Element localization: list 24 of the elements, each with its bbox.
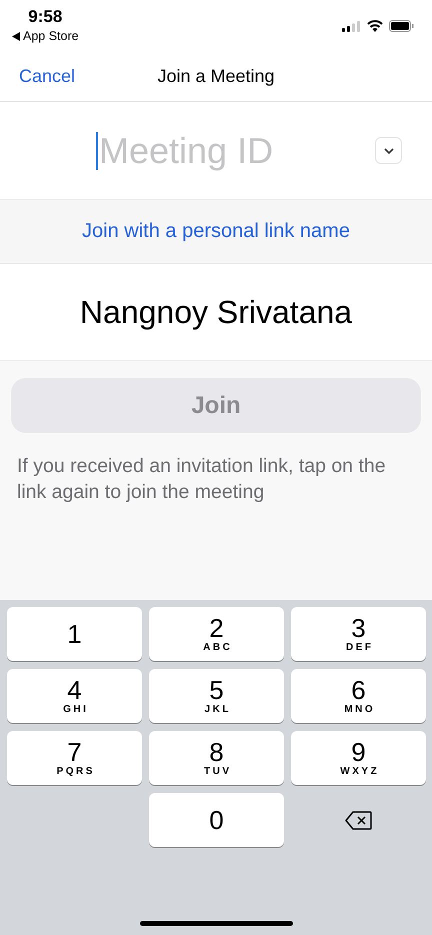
keypad-key[interactable]: 5 JKL — [149, 669, 284, 723]
chevron-down-icon — [384, 148, 394, 154]
back-arrow-icon[interactable] — [12, 32, 20, 40]
personal-link-button[interactable]: Join with a personal link name — [82, 220, 350, 243]
battery-icon — [389, 20, 414, 32]
keypad-key[interactable]: 9 WXYZ — [291, 731, 426, 785]
keypad-key[interactable]: 4 GHI — [7, 669, 142, 723]
status-time: 9:58 — [28, 7, 62, 27]
keypad-key[interactable]: 2 ABC — [149, 607, 284, 661]
name-field[interactable]: Nangnoy Srivatana — [0, 264, 432, 361]
keypad-key[interactable]: 6 MNO — [291, 669, 426, 723]
wifi-icon — [367, 20, 383, 32]
keypad-key[interactable]: 8 TUV — [149, 731, 284, 785]
keypad-key[interactable]: 1 — [7, 607, 142, 661]
keypad-key[interactable]: 7 PQRS — [7, 731, 142, 785]
back-to-app-link[interactable]: App Store — [12, 29, 79, 43]
dropdown-button[interactable] — [375, 137, 402, 164]
cancel-button[interactable]: Cancel — [19, 66, 76, 87]
keypad-key[interactable]: 0 — [149, 793, 284, 847]
screen-title: Join a Meeting — [157, 66, 275, 86]
info-text: If you received an invitation link, tap on the link again to join the meeting — [17, 454, 387, 505]
signal-icon — [342, 20, 361, 32]
keypad-key[interactable]: 3 DEF — [291, 607, 426, 661]
backspace-icon[interactable] — [345, 810, 372, 830]
